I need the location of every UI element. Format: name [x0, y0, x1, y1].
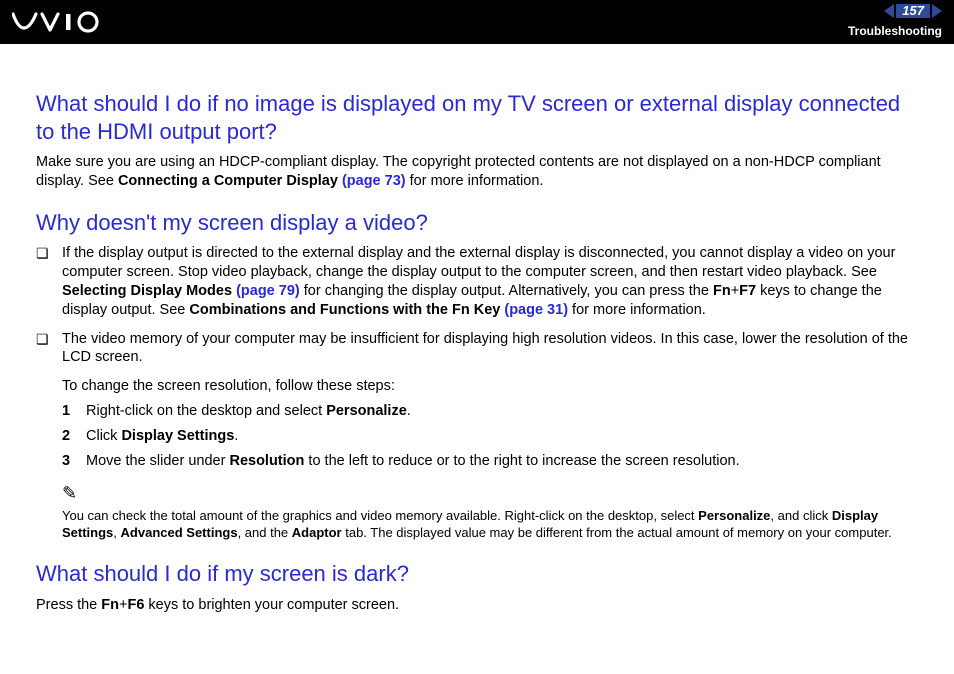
- header-bar: 157 Troubleshooting: [0, 0, 954, 44]
- vaio-logo: [12, 10, 104, 39]
- bullet-video-memory: The video memory of your computer may be…: [36, 330, 918, 368]
- steps-intro: To change the screen resolution, follow …: [62, 377, 918, 396]
- prev-page-icon[interactable]: [884, 4, 894, 18]
- step-1: 1Right-click on the desktop and select P…: [62, 402, 918, 421]
- heading-screen-dark: What should I do if my screen is dark?: [36, 560, 918, 588]
- note-block: ✎ You can check the total amount of the …: [62, 481, 918, 542]
- paragraph-dark-answer: Press the Fn+F6 keys to brighten your co…: [36, 596, 918, 615]
- section-label: Troubleshooting: [848, 24, 942, 38]
- paragraph-hdmi-answer: Make sure you are using an HDCP-complian…: [36, 153, 918, 191]
- next-page-icon[interactable]: [932, 4, 942, 18]
- content-area: What should I do if no image is displaye…: [0, 44, 954, 644]
- bullet-display-output: If the display output is directed to the…: [36, 244, 918, 319]
- link-page-79[interactable]: (page 79): [236, 283, 300, 299]
- heading-hdmi-no-image: What should I do if no image is displaye…: [36, 90, 918, 145]
- step-2: 2Click Display Settings.: [62, 427, 918, 446]
- step-3: 3Move the slider under Resolution to the…: [62, 452, 918, 471]
- note-icon: ✎: [62, 481, 918, 505]
- link-page-73[interactable]: (page 73): [342, 173, 406, 189]
- page-number-badge[interactable]: 157: [884, 4, 942, 18]
- page-number: 157: [896, 4, 930, 18]
- link-page-31[interactable]: (page 31): [504, 302, 568, 318]
- heading-no-video: Why doesn't my screen display a video?: [36, 209, 918, 237]
